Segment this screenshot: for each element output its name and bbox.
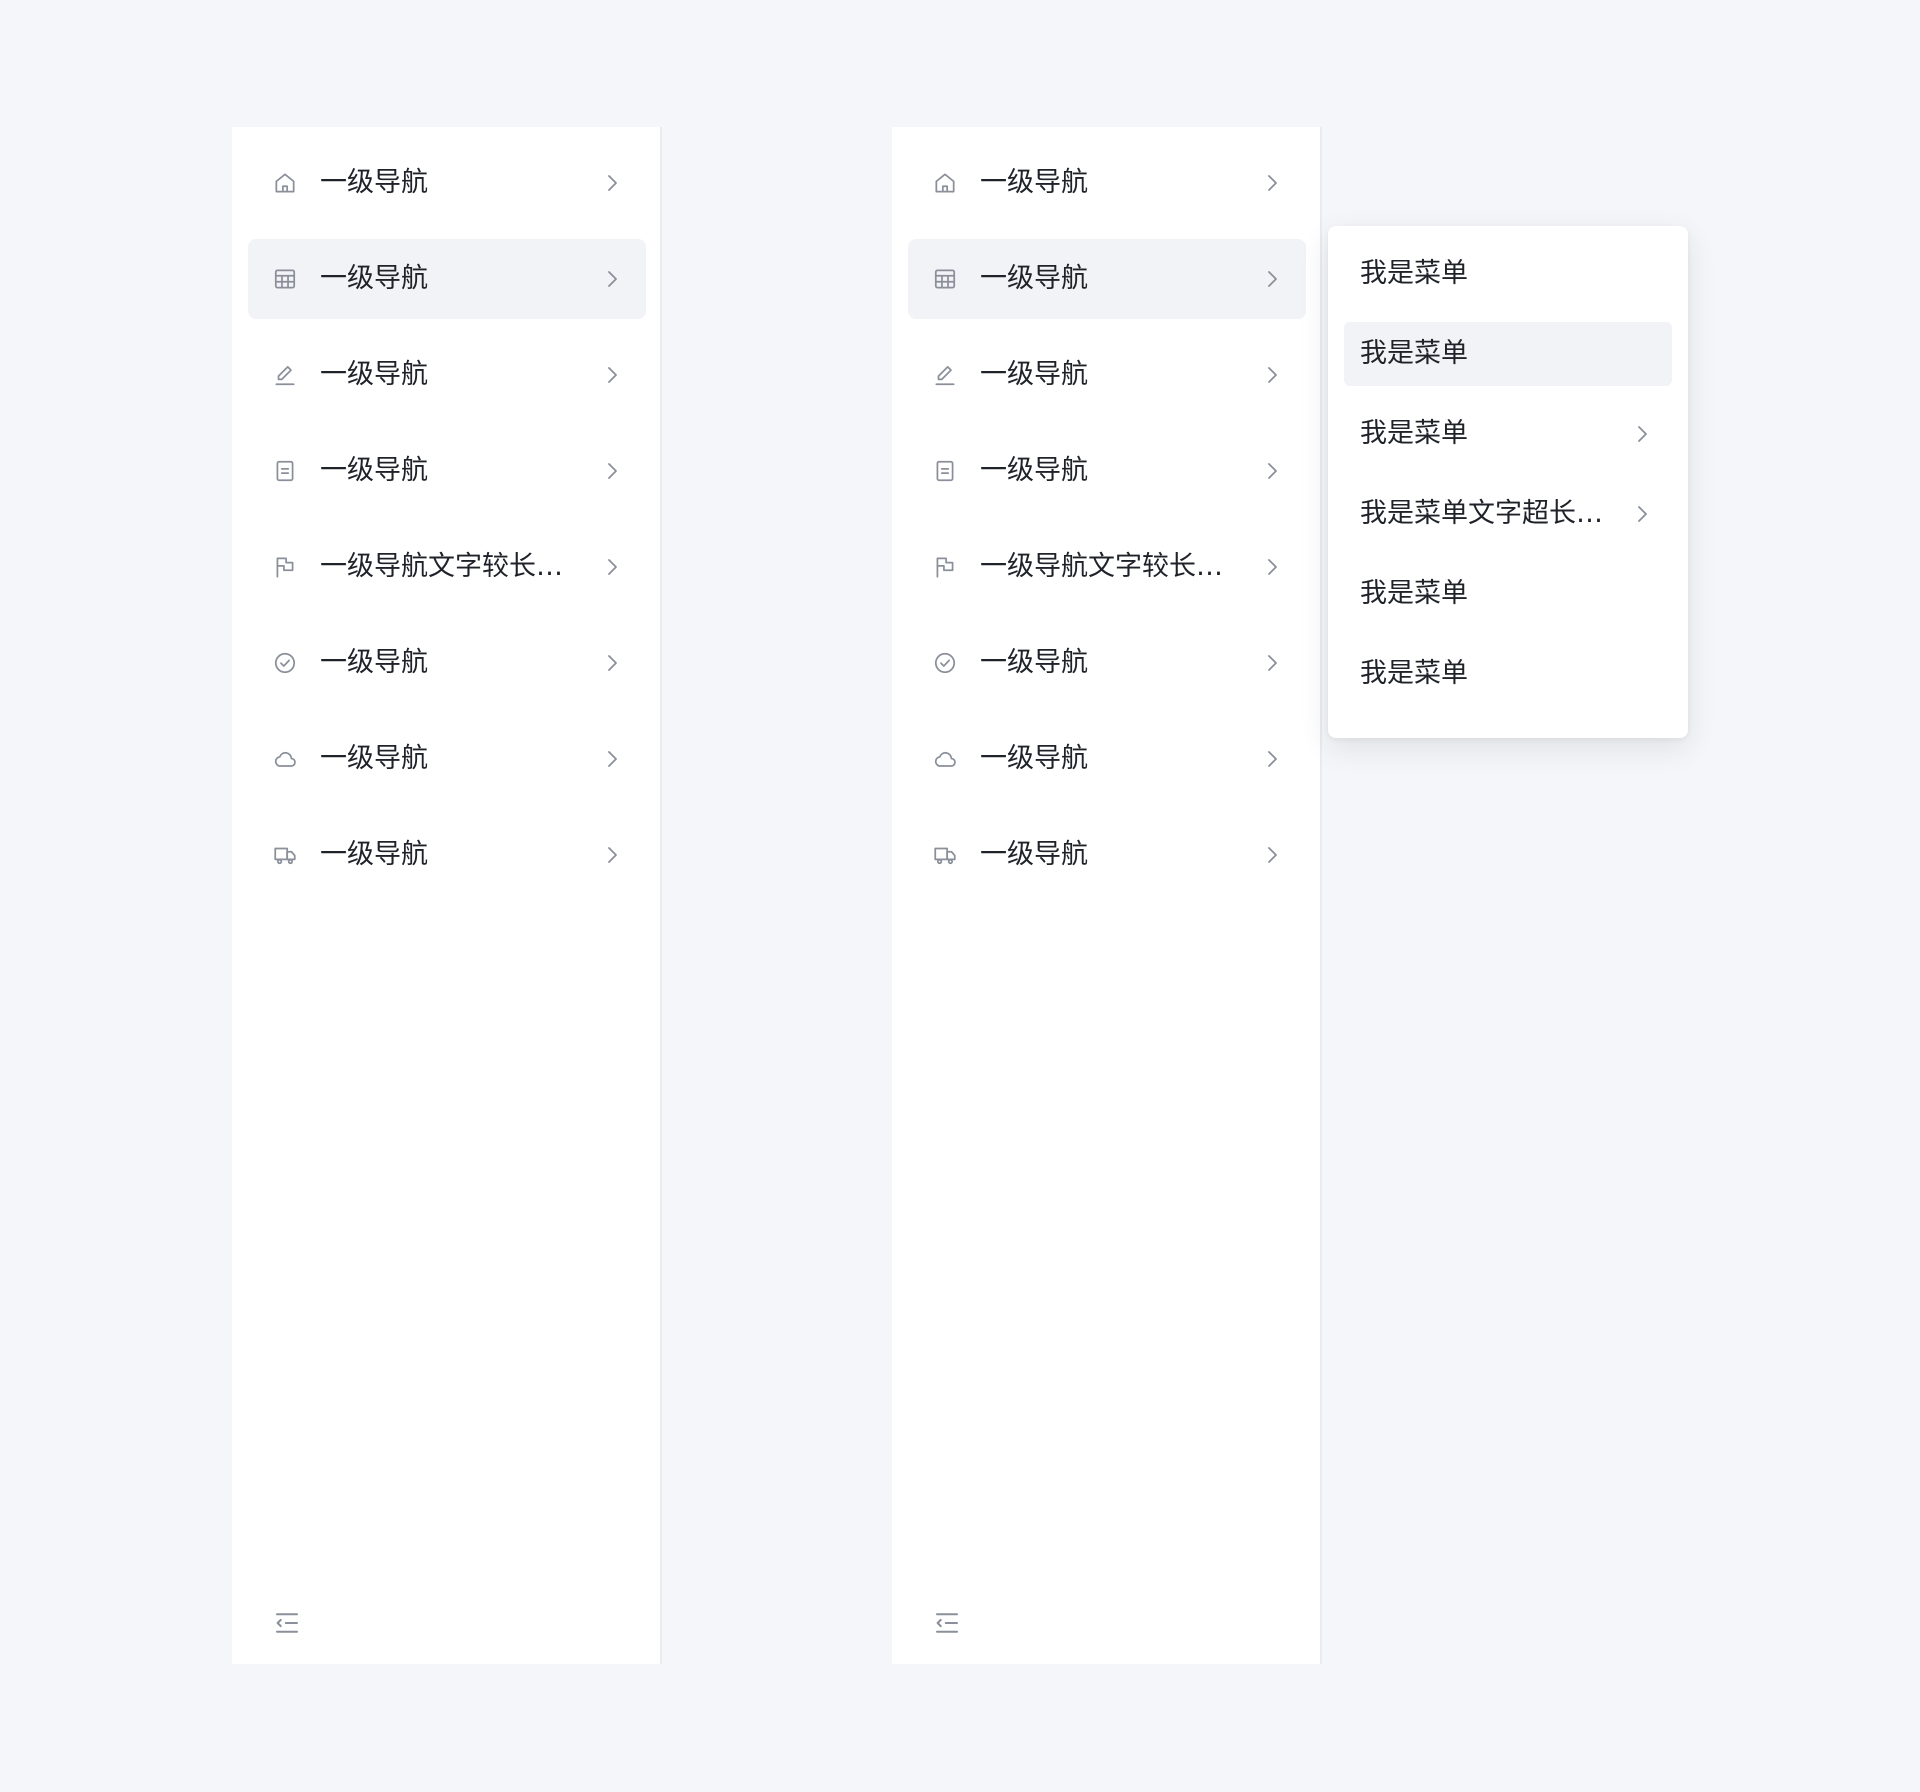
- nav-item-edit[interactable]: 一级导航: [908, 335, 1306, 415]
- chevron-right-icon: [1260, 555, 1284, 579]
- chevron-right-icon: [600, 843, 624, 867]
- nav-item-table[interactable]: 一级导航: [908, 239, 1306, 319]
- chevron-right-icon: [600, 171, 624, 195]
- nav-item-truck[interactable]: 一级导航: [908, 815, 1306, 895]
- nav-item-label: 一级导航: [320, 839, 428, 870]
- chevron-right-icon: [600, 651, 624, 675]
- cloud-icon: [932, 746, 958, 772]
- nav-item-label: 一级导航: [320, 263, 428, 294]
- nav-item-flag[interactable]: 一级导航文字较长…: [908, 527, 1306, 607]
- nav-item-cloud[interactable]: 一级导航: [908, 719, 1306, 799]
- collapse-menu-icon[interactable]: [932, 1608, 962, 1638]
- chevron-right-icon: [1260, 171, 1284, 195]
- nav-item-table[interactable]: 一级导航: [248, 239, 646, 319]
- nav-item-label: 一级导航: [980, 839, 1088, 870]
- cloud-icon: [272, 746, 298, 772]
- menu-item-label: 我是菜单: [1360, 658, 1468, 689]
- chevron-right-icon: [600, 459, 624, 483]
- chevron-right-icon: [600, 267, 624, 291]
- edit-icon: [272, 362, 298, 388]
- nav-item-label: 一级导航: [980, 647, 1088, 678]
- nav-item-home[interactable]: 一级导航: [908, 143, 1306, 223]
- menu-item[interactable]: 我是菜单文字超长…: [1344, 482, 1672, 546]
- check-circle-icon: [272, 650, 298, 676]
- home-icon: [932, 170, 958, 196]
- truck-icon: [272, 842, 298, 868]
- home-icon: [272, 170, 298, 196]
- nav-item-label: 一级导航: [980, 359, 1088, 390]
- chevron-right-icon: [1260, 267, 1284, 291]
- chevron-right-icon: [1260, 651, 1284, 675]
- nav-item-label: 一级导航: [980, 455, 1088, 486]
- nav-item-check[interactable]: 一级导航: [908, 623, 1306, 703]
- sidebar-left: 一级导航 一级导航 一级导航 一级导航 一级导航文字较长… 一级导航 一级导航 …: [232, 127, 662, 1664]
- collapse-menu-icon[interactable]: [272, 1608, 302, 1638]
- document-icon: [272, 458, 298, 484]
- menu-item[interactable]: 我是菜单: [1344, 562, 1672, 626]
- nav-item-label: 一级导航: [980, 263, 1088, 294]
- chevron-right-icon: [600, 363, 624, 387]
- nav-item-label: 一级导航: [320, 647, 428, 678]
- nav-item-cloud[interactable]: 一级导航: [248, 719, 646, 799]
- nav-item-label: 一级导航: [320, 359, 428, 390]
- nav-item-label: 一级导航: [980, 167, 1088, 198]
- nav-item-check[interactable]: 一级导航: [248, 623, 646, 703]
- chevron-right-icon: [600, 555, 624, 579]
- nav-item-flag[interactable]: 一级导航文字较长…: [248, 527, 646, 607]
- chevron-right-icon: [1260, 747, 1284, 771]
- chevron-right-icon: [1630, 422, 1654, 446]
- nav-item-label: 一级导航: [980, 743, 1088, 774]
- nav-item-label: 一级导航文字较长…: [320, 551, 563, 582]
- nav-item-label: 一级导航: [320, 743, 428, 774]
- flag-icon: [272, 554, 298, 580]
- chevron-right-icon: [1260, 363, 1284, 387]
- nav-list: 一级导航 一级导航 一级导航 一级导航 一级导航文字较长… 一级导航 一级导航 …: [892, 127, 1320, 895]
- nav-item-home[interactable]: 一级导航: [248, 143, 646, 223]
- submenu-popup: 我是菜单 我是菜单 我是菜单 我是菜单文字超长… 我是菜单 我是菜单: [1328, 226, 1688, 738]
- menu-item-label: 我是菜单: [1360, 258, 1468, 289]
- nav-item-label: 一级导航文字较长…: [980, 551, 1223, 582]
- menu-item[interactable]: 我是菜单: [1344, 402, 1672, 466]
- menu-item[interactable]: 我是菜单: [1344, 242, 1672, 306]
- edit-icon: [932, 362, 958, 388]
- nav-item-document[interactable]: 一级导航: [908, 431, 1306, 511]
- table-icon: [932, 266, 958, 292]
- nav-item-edit[interactable]: 一级导航: [248, 335, 646, 415]
- nav-list: 一级导航 一级导航 一级导航 一级导航 一级导航文字较长… 一级导航 一级导航 …: [232, 127, 660, 895]
- check-circle-icon: [932, 650, 958, 676]
- document-icon: [932, 458, 958, 484]
- menu-item-label: 我是菜单文字超长…: [1360, 498, 1603, 529]
- menu-item[interactable]: 我是菜单: [1344, 642, 1672, 706]
- chevron-right-icon: [1630, 502, 1654, 526]
- chevron-right-icon: [600, 747, 624, 771]
- truck-icon: [932, 842, 958, 868]
- menu-item-label: 我是菜单: [1360, 418, 1468, 449]
- menu-item-label: 我是菜单: [1360, 578, 1468, 609]
- sidebar-right: 一级导航 一级导航 一级导航 一级导航 一级导航文字较长… 一级导航 一级导航 …: [892, 127, 1322, 1664]
- chevron-right-icon: [1260, 843, 1284, 867]
- nav-item-label: 一级导航: [320, 167, 428, 198]
- flag-icon: [932, 554, 958, 580]
- menu-item[interactable]: 我是菜单: [1344, 322, 1672, 386]
- nav-item-truck[interactable]: 一级导航: [248, 815, 646, 895]
- nav-item-label: 一级导航: [320, 455, 428, 486]
- menu-item-label: 我是菜单: [1360, 338, 1468, 369]
- nav-item-document[interactable]: 一级导航: [248, 431, 646, 511]
- table-icon: [272, 266, 298, 292]
- chevron-right-icon: [1260, 459, 1284, 483]
